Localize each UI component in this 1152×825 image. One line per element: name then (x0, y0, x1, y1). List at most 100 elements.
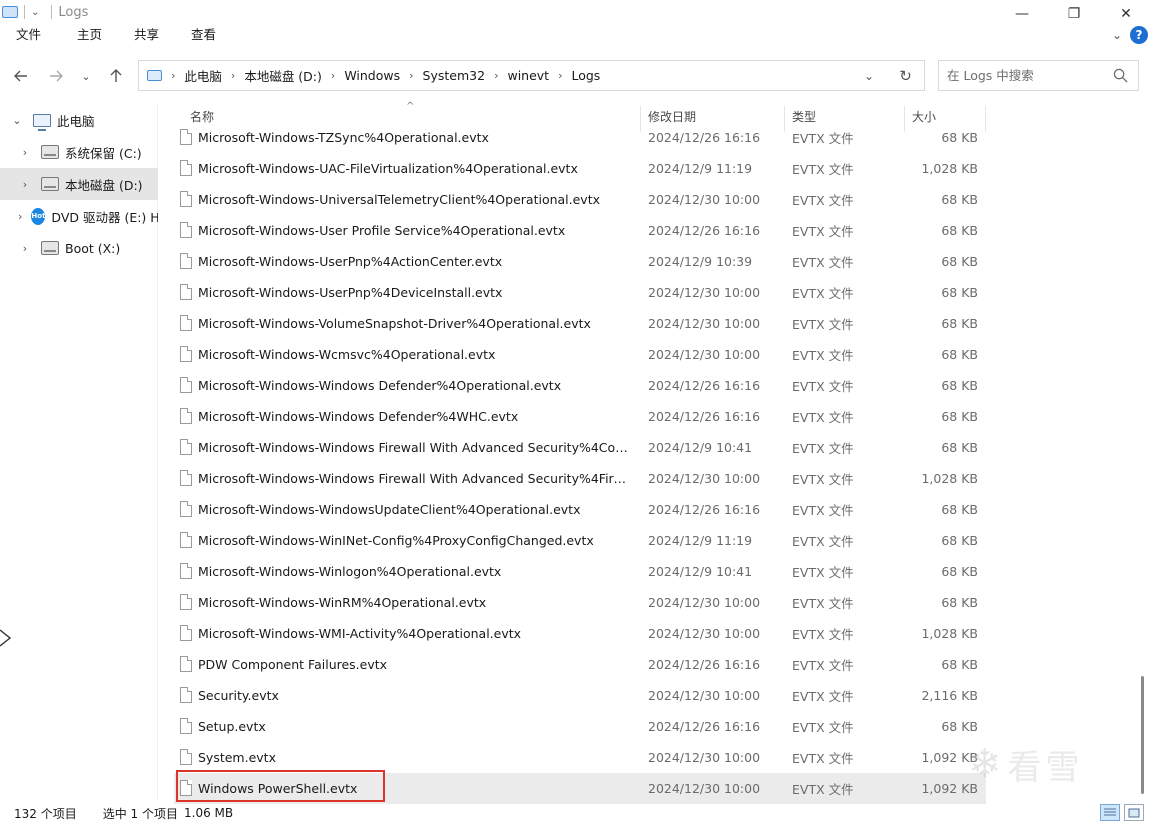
recent-locations-chevron-icon[interactable]: ⌄ (75, 65, 97, 87)
address-bar[interactable]: › 此电脑 › 本地磁盘 (D:) › Windows › System32 ›… (138, 60, 925, 91)
chevron-right-icon[interactable]: › (18, 146, 32, 159)
file-row[interactable]: Microsoft-Windows-UserPnp%4ActionCenter.… (174, 246, 986, 277)
file-row[interactable]: Microsoft-Windows-WinRM%4Operational.evt… (174, 587, 986, 618)
tree-item-boot-x[interactable]: › Boot (X:) (0, 232, 158, 264)
tab-home[interactable]: 主页 (61, 24, 118, 48)
file-name: Setup.evtx (198, 719, 266, 734)
file-name: Microsoft-Windows-WinINet-Config%4ProxyC… (198, 533, 594, 548)
file-icon (180, 346, 192, 362)
file-row[interactable]: Microsoft-Windows-Wcmsvc%4Operational.ev… (174, 339, 986, 370)
quick-access-chevron-icon[interactable]: ⌄ (31, 7, 39, 18)
file-row[interactable]: Microsoft-Windows-UserPnp%4DeviceInstall… (174, 277, 986, 308)
tab-view[interactable]: 查看 (175, 24, 232, 48)
file-date: 2024/12/26 16:16 (648, 657, 761, 672)
file-row[interactable]: Microsoft-Windows-Windows Defender%4Oper… (174, 370, 986, 401)
file-date: 2024/12/26 16:16 (648, 719, 761, 734)
file-date: 2024/12/30 10:00 (648, 316, 761, 331)
help-icon[interactable]: ? (1130, 26, 1148, 44)
file-row[interactable]: Microsoft-Windows-UAC-FileVirtualization… (174, 153, 986, 184)
computer-icon (33, 113, 51, 131)
file-size: 68 KB (941, 347, 978, 362)
file-name: Microsoft-Windows-Winlogon%4Operational.… (198, 564, 502, 579)
file-date: 2024/12/9 11:19 (648, 533, 753, 548)
watermark: ❄ 看雪 (968, 736, 1138, 792)
file-size: 1,028 KB (921, 471, 978, 486)
tree-item-drive-d[interactable]: › 本地磁盘 (D:) (0, 168, 158, 200)
file-type: EVTX 文件 (792, 534, 854, 549)
expand-ribbon-chevron-icon[interactable]: ⌄ (1112, 28, 1122, 42)
file-row[interactable]: Microsoft-Windows-Windows Firewall With … (174, 463, 986, 494)
breadcrumb-winevt[interactable]: winevt (507, 68, 549, 83)
chevron-down-icon[interactable]: ⌄ (10, 114, 24, 127)
breadcrumb-system32[interactable]: System32 (423, 68, 486, 83)
file-name: Microsoft-Windows-Windows Defender%4WHC.… (198, 409, 519, 424)
chevron-right-icon[interactable]: › (231, 69, 235, 82)
chevron-right-icon[interactable]: › (409, 69, 413, 82)
breadcrumb-logs[interactable]: Logs (571, 68, 600, 83)
address-history-chevron-icon[interactable]: ⌄ (852, 69, 886, 83)
file-icon (180, 501, 192, 517)
title-separator-2 (51, 5, 53, 19)
tree-item-dvd-e[interactable]: › Hot DVD 驱动器 (E:) H (0, 200, 158, 232)
file-name: Microsoft-Windows-UAC-FileVirtualization… (198, 161, 578, 176)
file-type: EVTX 文件 (792, 317, 854, 332)
file-row[interactable]: Microsoft-Windows-TZSync%4Operational.ev… (174, 122, 986, 153)
chevron-right-icon[interactable]: › (171, 69, 175, 82)
refresh-icon[interactable]: ↻ (886, 66, 924, 85)
tree-label: Boot (X:) (65, 240, 121, 256)
file-date: 2024/12/30 10:00 (648, 471, 761, 486)
file-row[interactable]: Microsoft-Windows-Windows Defender%4WHC.… (174, 401, 986, 432)
breadcrumb-drive-d[interactable]: 本地磁盘 (D:) (244, 66, 322, 85)
chevron-right-icon[interactable]: › (18, 178, 32, 191)
file-type: EVTX 文件 (792, 255, 854, 270)
file-row[interactable]: Microsoft-Windows-WindowsUpdateClient%4O… (174, 494, 986, 525)
up-arrow-icon[interactable] (105, 65, 127, 87)
file-row[interactable]: Setup.evtx 2024/12/26 16:16 EVTX 文件 68 KB (174, 711, 986, 742)
tree-item-drive-c[interactable]: › 系统保留 (C:) (0, 136, 158, 168)
item-count: 132 个项目 (14, 806, 77, 821)
selection-count: 选中 1 个项目 (102, 806, 178, 821)
mouse-cursor-icon (0, 629, 12, 647)
file-row[interactable]: Microsoft-Windows-WMI-Activity%4Operatio… (174, 618, 986, 649)
file-icon (180, 222, 192, 238)
file-row[interactable]: Security.evtx 2024/12/30 10:00 EVTX 文件 2,11… (174, 680, 986, 711)
details-view-icon[interactable] (1100, 804, 1120, 821)
breadcrumb-windows[interactable]: Windows (344, 68, 400, 83)
large-icons-view-icon[interactable] (1124, 804, 1144, 821)
file-row[interactable]: Windows PowerShell.evtx 2024/12/30 10:00 E… (174, 773, 986, 804)
file-size: 68 KB (941, 502, 978, 517)
file-row[interactable]: Microsoft-Windows-VolumeSnapshot-Driver%… (174, 308, 986, 339)
status-bar: 132 个项目 选中 1 个项目 1.06 MB (0, 801, 1152, 825)
file-row[interactable]: Microsoft-Windows-Windows Firewall With … (174, 432, 986, 463)
file-row[interactable]: Microsoft-Windows-User Profile Service%4… (174, 215, 986, 246)
breadcrumb-this-pc[interactable]: 此电脑 (184, 66, 222, 85)
ribbon-tabs: 文件 主页 共享 查看 ⌄ ? (0, 24, 1152, 48)
chevron-right-icon[interactable]: › (18, 210, 22, 223)
file-icon (180, 439, 192, 455)
file-type: EVTX 文件 (792, 720, 854, 735)
folder-icon (2, 6, 18, 18)
search-box[interactable] (938, 60, 1139, 91)
file-icon (180, 129, 192, 145)
file-size: 68 KB (941, 595, 978, 610)
chevron-right-icon[interactable]: › (558, 69, 562, 82)
file-row[interactable]: System.evtx 2024/12/30 10:00 EVTX 文件 1,092 … (174, 742, 986, 773)
file-row[interactable]: Microsoft-Windows-WinINet-Config%4ProxyC… (174, 525, 986, 556)
chevron-right-icon[interactable]: › (331, 69, 335, 82)
tab-share[interactable]: 共享 (118, 24, 175, 48)
file-row[interactable]: Microsoft-Windows-Winlogon%4Operational.… (174, 556, 986, 587)
file-row[interactable]: PDW Component Failures.evtx 2024/12/26 16… (174, 649, 986, 680)
search-input[interactable] (939, 68, 1099, 83)
back-arrow-icon[interactable] (10, 65, 32, 87)
file-size: 68 KB (941, 316, 978, 331)
file-type: EVTX 文件 (792, 441, 854, 456)
vertical-scrollbar-thumb[interactable] (1141, 676, 1144, 794)
chevron-right-icon[interactable]: › (18, 242, 32, 255)
file-size: 1,028 KB (921, 626, 978, 641)
file-row[interactable]: Microsoft-Windows-UniversalTelemetryClie… (174, 184, 986, 215)
chevron-right-icon[interactable]: › (494, 69, 498, 82)
forward-arrow-icon[interactable] (45, 65, 67, 87)
search-icon[interactable] (1113, 68, 1128, 83)
tab-file[interactable]: 文件 (0, 24, 61, 48)
tree-item-this-pc[interactable]: ⌄ 此电脑 (0, 104, 158, 136)
